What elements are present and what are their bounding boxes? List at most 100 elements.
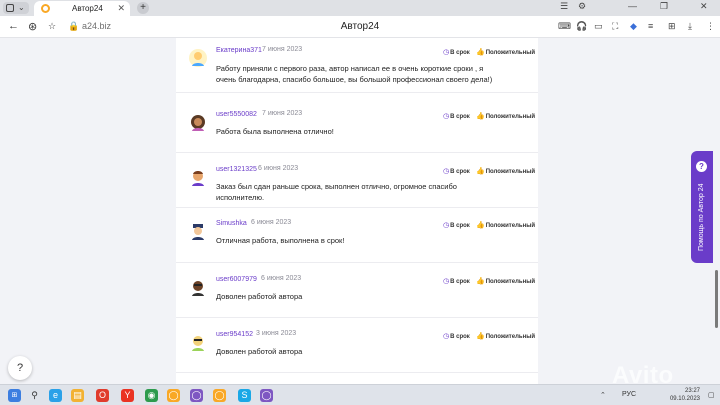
user-avatar-icon [191,115,205,131]
menu-icon[interactable]: ≡ [648,21,653,31]
notification-icon[interactable]: ▢ [708,391,715,399]
review-text: Доволен работой автора [216,347,303,356]
ontime-badge: ◷В срок [443,333,470,340]
user-avatar-icon [192,281,204,296]
review-date: 6 июня 2023 [261,275,302,282]
review-username[interactable]: user1321325 [216,166,257,173]
thumbs-up-icon: 👍 [476,49,485,56]
rating-badge: 👍Положительный [476,113,536,120]
more-icon[interactable]: ⋮ [706,21,715,32]
yandex-home-icon[interactable]: ⊛ [28,20,37,33]
window-maximize-button[interactable]: ❐ [660,1,668,12]
chevron-down-icon: ⌄ [18,3,25,12]
collections-icon[interactable]: ⊞ [668,21,676,32]
thumbs-up-icon: 👍 [476,168,485,175]
review-text: Заказ был сдан раньше срока, выполнен от… [216,182,457,202]
review-username[interactable]: user5550082 [216,111,257,118]
clock-icon: ◷ [443,49,450,56]
review-date: 7 июня 2023 [262,110,303,117]
opera-icon[interactable]: O [96,389,109,402]
pinned-app-icon[interactable]: ◯ [190,389,203,402]
review-date: 7 июня 2023 [262,46,303,53]
user-avatar-icon [192,336,204,351]
downloads-icon[interactable]: ⤓ [688,21,692,32]
chrome-icon[interactable]: ◉ [145,389,158,402]
window-close-button[interactable]: ✕ [700,1,708,12]
skype-icon[interactable]: S [238,389,251,402]
window-minimize-button[interactable]: — [628,1,637,11]
new-tab-button[interactable]: + [137,2,149,14]
ontime-badge: ◷В срок [443,168,470,175]
language-indicator[interactable]: РУС [622,391,636,398]
back-arrow-icon[interactable]: ← [8,20,19,32]
tab-close-button[interactable]: ✕ [117,3,125,14]
rating-badge: 👍Положительный [476,333,536,340]
pinned-app-icon[interactable]: ◯ [213,389,226,402]
edge-icon[interactable]: e [49,389,62,402]
pinned-app-icon[interactable]: ◯ [260,389,273,402]
tabs-icon [6,4,14,12]
rating-badge: 👍Положительный [476,49,536,56]
yandex-browser-icon[interactable]: Y [121,389,134,402]
support-chat-button[interactable]: ? [8,356,32,380]
review-date: 6 июня 2023 [258,165,299,172]
audio-icon[interactable]: 🎧 [576,21,587,32]
url-field[interactable]: a24.biz [82,21,111,31]
page-scrollbar[interactable] [715,270,718,328]
user-avatar-icon [192,224,204,240]
windows-start-icon[interactable]: ⊞ [8,389,21,402]
reader-icon[interactable]: ▭ [594,21,603,32]
ontime-badge: ◷В срок [443,49,470,56]
user-avatar-icon [192,171,204,186]
browser-tab-active[interactable]: Автор24 ✕ [34,1,130,16]
review-text: Отличная работа, выполнена в срок! [216,236,345,245]
thumbs-up-icon: 👍 [476,222,485,229]
rating-badge: 👍Положительный [476,168,536,175]
thumbs-up-icon: 👍 [476,333,485,340]
review-item: user5550082 7 июня 2023 ◷В срок 👍Положит… [176,98,538,153]
bookmarks-icon[interactable]: ☰ [560,1,568,12]
thumbs-up-icon: 👍 [476,278,485,285]
clock-icon: ◷ [443,113,450,120]
author24-favicon-icon [41,4,50,13]
question-icon: ? [696,161,707,172]
review-username[interactable]: Simushka [216,220,247,227]
tray-chevron-icon[interactable]: ⌃ [600,391,606,399]
lock-icon: 🔒 [68,21,80,31]
review-item: Simushka 6 июня 2023 ◷В срок 👍Положитель… [176,208,538,263]
extension-icon[interactable]: ◆ [630,21,637,32]
browser-tab-bar: ⌄ Автор24 ✕ + ☰ ⚙ — ❐ ✕ [0,0,720,16]
tab-list-button[interactable]: ⌄ [3,2,29,14]
review-username[interactable]: user954152 [216,331,253,338]
address-bar: ← ⊛ ☆ 🔒 a24.biz Автор24 ⌨ 🎧 ▭ ⛶ ◆ ≡ ⊞ ⤓ … [0,16,720,38]
rating-badge: 👍Положительный [476,278,536,285]
clock-icon: ◷ [443,168,450,175]
author24-app-icon[interactable]: ◯ [167,389,180,402]
review-date: 6 июня 2023 [251,219,292,226]
clock-icon: ◷ [443,222,450,229]
ontime-badge: ◷В срок [443,113,470,120]
review-username[interactable]: user6007979 [216,276,257,283]
review-text: Доволен работой автора [216,292,303,301]
thumbs-up-icon: 👍 [476,113,485,120]
review-item: Екатерина371 7 июня 2023 ◷В срок 👍Положи… [176,38,538,93]
review-text: Работу приняли с первого раза, автор нап… [216,64,493,84]
screenshot-icon[interactable]: ⛶ [612,21,618,32]
help-side-tab[interactable]: ? Помощь по Автор 24 [691,151,713,263]
bookmark-icon[interactable]: ☆ [48,21,56,32]
search-icon[interactable]: ⚲ [28,389,41,402]
user-avatar-icon [189,49,207,67]
extensions-icon[interactable]: ⚙ [578,1,586,12]
review-item: user954152 3 июня 2023 ◷В срок 👍Положите… [176,318,538,373]
review-username[interactable]: Екатерина371 [216,47,262,54]
ontime-badge: ◷В срок [443,222,470,229]
review-text: Работа была выполнена отлично! [216,127,334,136]
file-explorer-icon[interactable]: ▤ [71,389,84,402]
translate-icon[interactable]: ⌨ [558,21,571,32]
clock-icon: ◷ [443,278,450,285]
help-tab-label: Помощь по Автор 24 [698,183,705,252]
tab-title: Автор24 [72,4,103,13]
clock-icon: ◷ [443,333,450,340]
review-item: user6007979 6 июня 2023 ◷В срок 👍Положит… [176,263,538,318]
review-date: 3 июня 2023 [256,330,297,337]
